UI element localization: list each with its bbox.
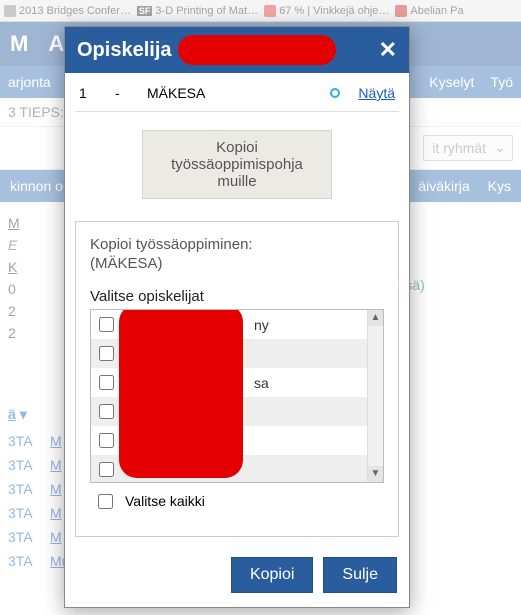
student-summary-row: 1 - MÄKESA Näytä <box>75 79 399 112</box>
panel-heading: Kopioi työssäoppiminen: <box>90 236 384 253</box>
row-number: 1 <box>79 85 97 101</box>
copy-template-button[interactable]: Kopioi työssäoppimispohja muille <box>142 130 332 199</box>
copy-button[interactable]: Kopioi <box>231 557 313 593</box>
student-checkbox[interactable] <box>99 404 114 419</box>
student-listbox: ny sa ▲ ▼ <box>90 309 384 483</box>
modal-body: 1 - MÄKESA Näytä Kopioi työssäoppimispoh… <box>65 73 409 547</box>
list-scrollbar[interactable]: ▲ ▼ <box>367 310 383 482</box>
panel-subheading: (MÄKESA) <box>90 255 384 272</box>
student-checkbox[interactable] <box>99 375 114 390</box>
select-all-label: Valitse kaikki <box>125 493 205 509</box>
status-indicator-icon <box>330 88 340 98</box>
close-button[interactable]: Sulje <box>323 557 397 593</box>
close-icon[interactable]: ✕ <box>379 37 397 63</box>
student-checkbox[interactable] <box>99 433 114 448</box>
student-name-fragment: sa <box>254 375 269 391</box>
scroll-up-icon[interactable]: ▲ <box>368 310 383 326</box>
student-checkbox[interactable] <box>99 346 114 361</box>
panel-list-label: Valitse opiskelijat <box>90 288 384 305</box>
student-code: MÄKESA <box>147 85 312 101</box>
modal-header: Opiskelija ✕ <box>65 27 409 73</box>
student-modal: Opiskelija ✕ 1 - MÄKESA Näytä Kopioi työ… <box>64 26 410 608</box>
modal-footer: Kopioi Sulje <box>65 547 409 607</box>
student-checkbox[interactable] <box>99 462 114 477</box>
student-checkbox[interactable] <box>99 317 114 332</box>
student-name-fragment: ny <box>254 317 269 333</box>
select-all-row[interactable]: Valitse kaikki <box>90 483 384 513</box>
modal-title: Opiskelija <box>77 39 172 62</box>
redacted-names-block <box>119 309 243 478</box>
row-dash: - <box>115 85 129 101</box>
copy-panel: Kopioi työssäoppiminen: (MÄKESA) Valitse… <box>75 221 399 537</box>
select-all-checkbox[interactable] <box>98 494 113 509</box>
redacted-name <box>178 35 336 65</box>
show-link[interactable]: Näytä <box>358 85 395 101</box>
scroll-down-icon[interactable]: ▼ <box>368 466 383 482</box>
